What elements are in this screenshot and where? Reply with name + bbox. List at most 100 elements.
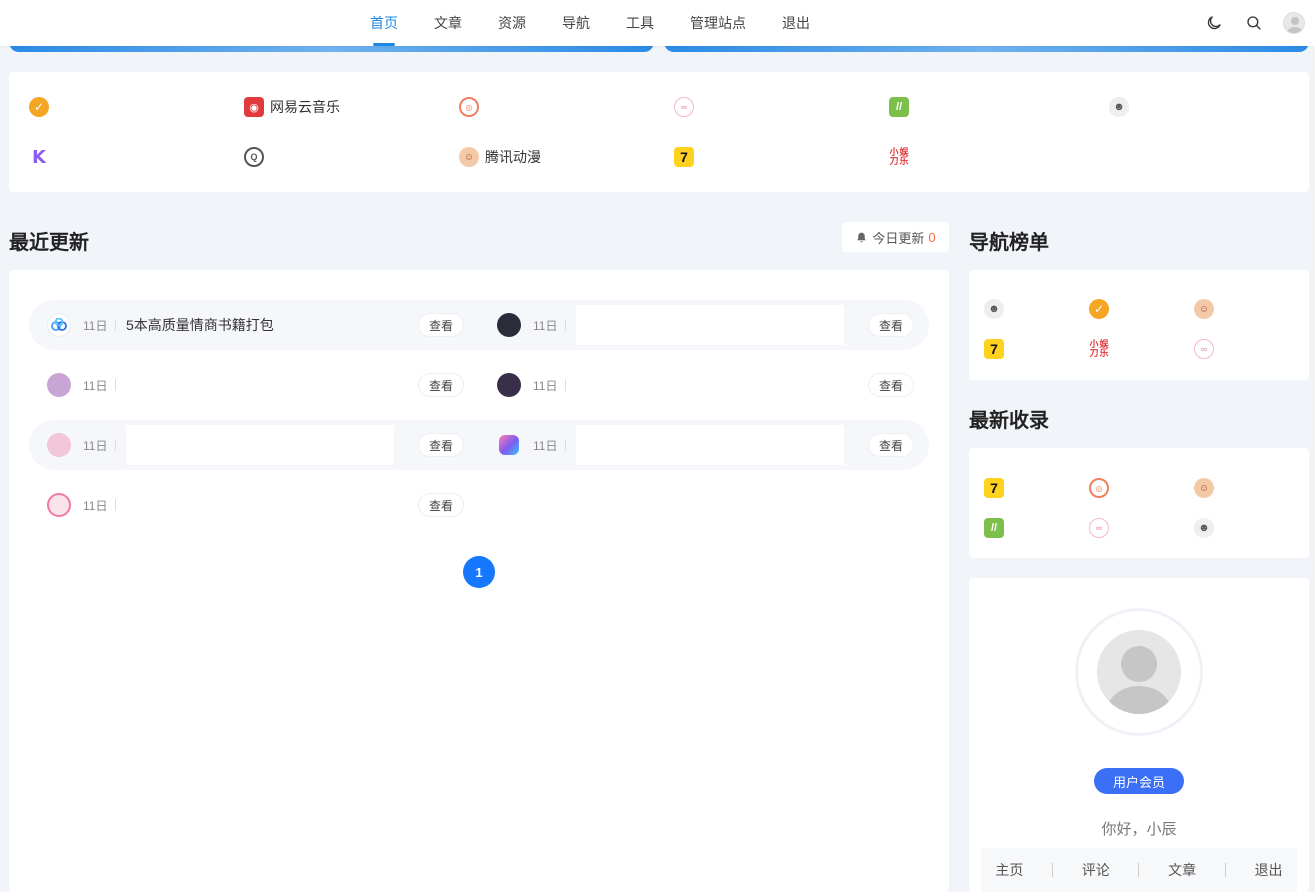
link-label: 腾讯动漫 (485, 149, 541, 165)
nav-rank-card: ☻ ✓ ☺ 7 小刀 娱乐 ∞ (969, 270, 1309, 380)
nav-home[interactable]: 首页 (352, 0, 416, 46)
monkey-icon[interactable]: ☺ (1194, 299, 1214, 319)
view-button[interactable]: 查看 (418, 493, 464, 517)
link-netease-music[interactable]: ◉ 网易云音乐 (244, 95, 340, 119)
top-navbar: 首页 文章 资源 导航 工具 管理站点 退出 (0, 0, 1315, 46)
view-button[interactable]: 查看 (418, 313, 464, 337)
thumbnail-icon (47, 433, 71, 457)
update-title[interactable] (576, 425, 844, 465)
divider (115, 319, 116, 331)
update-title[interactable] (126, 425, 394, 465)
search-icon[interactable] (1243, 12, 1265, 34)
verified-icon[interactable]: ✓ (1089, 299, 1109, 319)
latest-card: 7 ◎ ☺ // ∞ ☻ (969, 448, 1309, 558)
today-label: 今日更新 (872, 230, 925, 246)
member-button[interactable]: 用户会员 (1094, 768, 1184, 794)
view-button[interactable]: 查看 (418, 433, 464, 457)
divider (565, 319, 566, 331)
nav-tools[interactable]: 工具 (608, 0, 672, 46)
leaf-icon[interactable]: // (984, 518, 1004, 538)
man-icon: ☻ (1109, 97, 1129, 117)
link-k[interactable]: K (29, 145, 55, 169)
xiaodao-text-2: 娱乐 (1099, 339, 1109, 358)
latest-title: 最新收录 (969, 410, 1049, 432)
seven-icon: 7 (674, 147, 694, 167)
xiaodao-text-1: 小刀 (1089, 339, 1099, 358)
update-item[interactable]: 11日 5本高质量情商书籍打包 查看 (29, 300, 464, 350)
xiaodao-icon: 小刀 娱乐 (889, 147, 909, 167)
recent-title: 最近更新 (9, 232, 89, 254)
monkey-icon: ☺ (459, 147, 479, 167)
xiaodao-icon[interactable]: 小刀 娱乐 (1089, 339, 1109, 359)
monkey-icon[interactable]: ☺ (1194, 478, 1214, 498)
update-date: 11日 (533, 318, 558, 333)
user-card: 用户会员 你好，小辰 主页 评论 文章 退出 (969, 578, 1309, 892)
xiaodao-text-2: 娱乐 (899, 147, 909, 166)
update-item[interactable]: 11日 查看 (29, 480, 464, 530)
pig-icon[interactable]: ∞ (1194, 339, 1214, 359)
update-date: 11日 (533, 378, 558, 393)
link-q[interactable]: Q (244, 145, 270, 169)
update-item[interactable]: 11日 查看 (479, 420, 914, 470)
avatar-ring (1075, 608, 1203, 736)
avatar[interactable] (1097, 630, 1181, 714)
user-avatar-icon[interactable] (1283, 12, 1305, 34)
divider (115, 499, 116, 511)
recent-updates-card: 11日 5本高质量情商书籍打包 查看 11日 查看 11日 查看 11日 查看 … (9, 270, 949, 892)
nav-manage-site[interactable]: 管理站点 (672, 0, 764, 46)
update-item[interactable]: 11日 查看 (479, 360, 914, 410)
update-date: 11日 (533, 438, 558, 453)
nav-navigation[interactable]: 导航 (544, 0, 608, 46)
app-icon (499, 435, 519, 455)
link-tencent-comic[interactable]: ☺ 腾讯动漫 (459, 145, 541, 169)
nav-articles[interactable]: 文章 (416, 0, 480, 46)
update-item[interactable]: 11日 查看 (479, 300, 914, 350)
link-seven[interactable]: 7 (674, 145, 700, 169)
moon-icon[interactable] (1203, 12, 1225, 34)
user-link-logout[interactable]: 退出 (1255, 860, 1283, 880)
update-item[interactable]: 11日 查看 (29, 360, 464, 410)
seven-icon[interactable]: 7 (984, 339, 1004, 359)
link-man[interactable]: ☻ (1109, 95, 1135, 119)
q-logo-icon: Q (244, 147, 264, 167)
today-count: 0 (928, 229, 936, 245)
seven-icon[interactable]: 7 (984, 478, 1004, 498)
leaf-icon: // (889, 97, 909, 117)
pagination-page-1[interactable]: 1 (463, 556, 495, 588)
man-icon[interactable]: ☻ (984, 299, 1004, 319)
link-label: 网易云音乐 (270, 99, 340, 115)
target-icon[interactable]: ◎ (1089, 478, 1109, 498)
user-link-home[interactable]: 主页 (995, 860, 1023, 880)
view-button[interactable]: 查看 (868, 373, 914, 397)
view-button[interactable]: 查看 (418, 373, 464, 397)
link-pig[interactable]: ∞ (674, 95, 700, 119)
update-title[interactable] (576, 305, 844, 345)
nav-logout[interactable]: 退出 (764, 0, 828, 46)
update-date: 11日 (83, 378, 108, 393)
rings-icon (47, 313, 71, 337)
user-link-articles[interactable]: 文章 (1168, 860, 1196, 880)
nav-tools-group (1203, 0, 1305, 46)
divider (565, 439, 566, 451)
nav-resources[interactable]: 资源 (480, 0, 544, 46)
main-menu: 首页 文章 资源 导航 工具 管理站点 退出 (352, 0, 828, 46)
thumbnail-icon (47, 373, 71, 397)
today-updates-badge[interactable]: 今日更新 0 (842, 222, 949, 252)
view-button[interactable]: 查看 (868, 313, 914, 337)
divider (1138, 863, 1140, 877)
man-icon[interactable]: ☻ (1194, 518, 1214, 538)
view-button[interactable]: 查看 (868, 433, 914, 457)
update-item[interactable]: 11日 查看 (29, 420, 464, 470)
link-leaf[interactable]: // (889, 95, 915, 119)
update-date: 11日 (83, 318, 108, 333)
link-xiaodao[interactable]: 小刀 娱乐 (889, 145, 915, 169)
divider (1224, 863, 1226, 877)
user-link-comments[interactable]: 评论 (1082, 860, 1110, 880)
pig-icon[interactable]: ∞ (1089, 518, 1109, 538)
update-title[interactable]: 5本高质量情商书籍打包 (126, 315, 418, 335)
divider (115, 379, 116, 391)
link-verified[interactable]: ✓ (29, 95, 55, 119)
divider (1052, 863, 1054, 877)
nav-rank-title: 导航榜单 (969, 232, 1049, 254)
link-target[interactable]: ◎ (459, 95, 485, 119)
